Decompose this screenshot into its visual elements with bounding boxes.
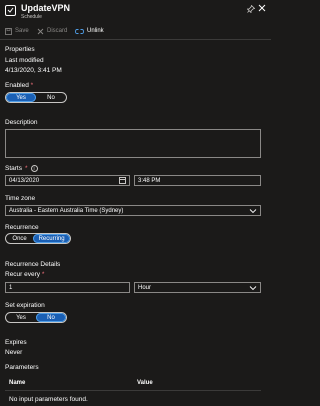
recur-unit-select[interactable]: Hour — [134, 282, 261, 293]
enabled-toggle: Yes No — [5, 92, 67, 103]
empty-parameters-message: No input parameters found. — [9, 396, 88, 403]
column-header-value: Value — [137, 380, 153, 386]
discard-button[interactable]: Discard — [37, 26, 67, 36]
description-textarea[interactable] — [5, 129, 261, 158]
timezone-label: Time zone — [5, 195, 36, 202]
required-mark: * — [24, 165, 28, 172]
starts-label: Starts * i — [5, 165, 38, 172]
enabled-no-option[interactable]: No — [36, 93, 66, 102]
last-modified-label: Last modified — [5, 57, 44, 64]
column-header-name: Name — [9, 380, 26, 386]
close-icon[interactable] — [258, 4, 266, 12]
schedule-icon — [5, 5, 16, 16]
expiration-no-option[interactable]: No — [36, 313, 66, 322]
page-title: UpdateVPN — [21, 3, 71, 13]
chevron-down-icon — [249, 285, 257, 290]
expiration-yes-option[interactable]: Yes — [6, 313, 36, 322]
recurrence-details-heading: Recurrence Details — [5, 261, 61, 268]
start-time-value: 3:48 PM — [138, 177, 161, 184]
description-label: Description — [5, 119, 38, 126]
save-button[interactable]: Save — [5, 26, 29, 36]
chevron-down-icon — [249, 208, 257, 213]
recurrence-label: Recurrence — [5, 224, 39, 231]
timezone-select[interactable]: Australia - Eastern Australia Time (Sydn… — [5, 205, 261, 216]
recurrence-toggle: Once Recurring — [5, 233, 71, 244]
timezone-value: Australia - Eastern Australia Time (Sydn… — [9, 207, 124, 214]
last-modified-value: 4/13/2020, 3:41 PM — [5, 67, 62, 74]
expires-label: Expires — [5, 339, 27, 346]
start-date-value: 04/13/2020 — [9, 177, 40, 184]
table-header-divider — [5, 390, 261, 391]
expires-value: Never — [5, 349, 23, 356]
save-label: Save — [15, 28, 29, 34]
required-mark: * — [41, 271, 45, 278]
toolbar-divider — [0, 39, 271, 40]
page-subtitle: Schedule — [21, 14, 42, 20]
set-expiration-label: Set expiration — [5, 302, 45, 309]
unlink-button[interactable]: Unlink — [75, 26, 104, 36]
set-expiration-toggle: Yes No — [5, 312, 67, 323]
enabled-label: Enabled * — [5, 82, 33, 89]
start-date-input[interactable]: 04/13/2020 — [5, 175, 130, 186]
recur-unit-value: Hour — [138, 284, 152, 291]
toolbar: Save Discard Unlink — [0, 24, 271, 38]
save-icon — [5, 27, 12, 35]
unlink-label: Unlink — [87, 28, 104, 34]
parameters-heading: Parameters — [5, 364, 39, 371]
recur-every-label: Recur every * — [5, 271, 44, 278]
start-time-input[interactable]: 3:48 PM — [134, 175, 261, 186]
enabled-yes-option[interactable]: Yes — [6, 93, 36, 102]
recur-interval-value: 1 — [9, 284, 13, 291]
starts-label-text: Starts — [5, 165, 22, 172]
calendar-icon[interactable] — [119, 177, 126, 184]
pin-icon[interactable] — [246, 4, 256, 14]
discard-label: Discard — [47, 28, 68, 34]
recur-every-label-text: Recur every — [5, 271, 41, 278]
discard-icon — [37, 28, 44, 34]
recur-interval-input[interactable]: 1 — [5, 282, 130, 293]
unlink-icon — [75, 28, 84, 34]
info-icon[interactable]: i — [30, 165, 38, 172]
enabled-label-text: Enabled — [5, 82, 29, 89]
recurrence-once-option[interactable]: Once — [6, 234, 33, 243]
recurrence-recurring-option[interactable]: Recurring — [33, 234, 70, 243]
required-mark: * — [30, 82, 34, 89]
properties-heading: Properties — [5, 46, 35, 53]
